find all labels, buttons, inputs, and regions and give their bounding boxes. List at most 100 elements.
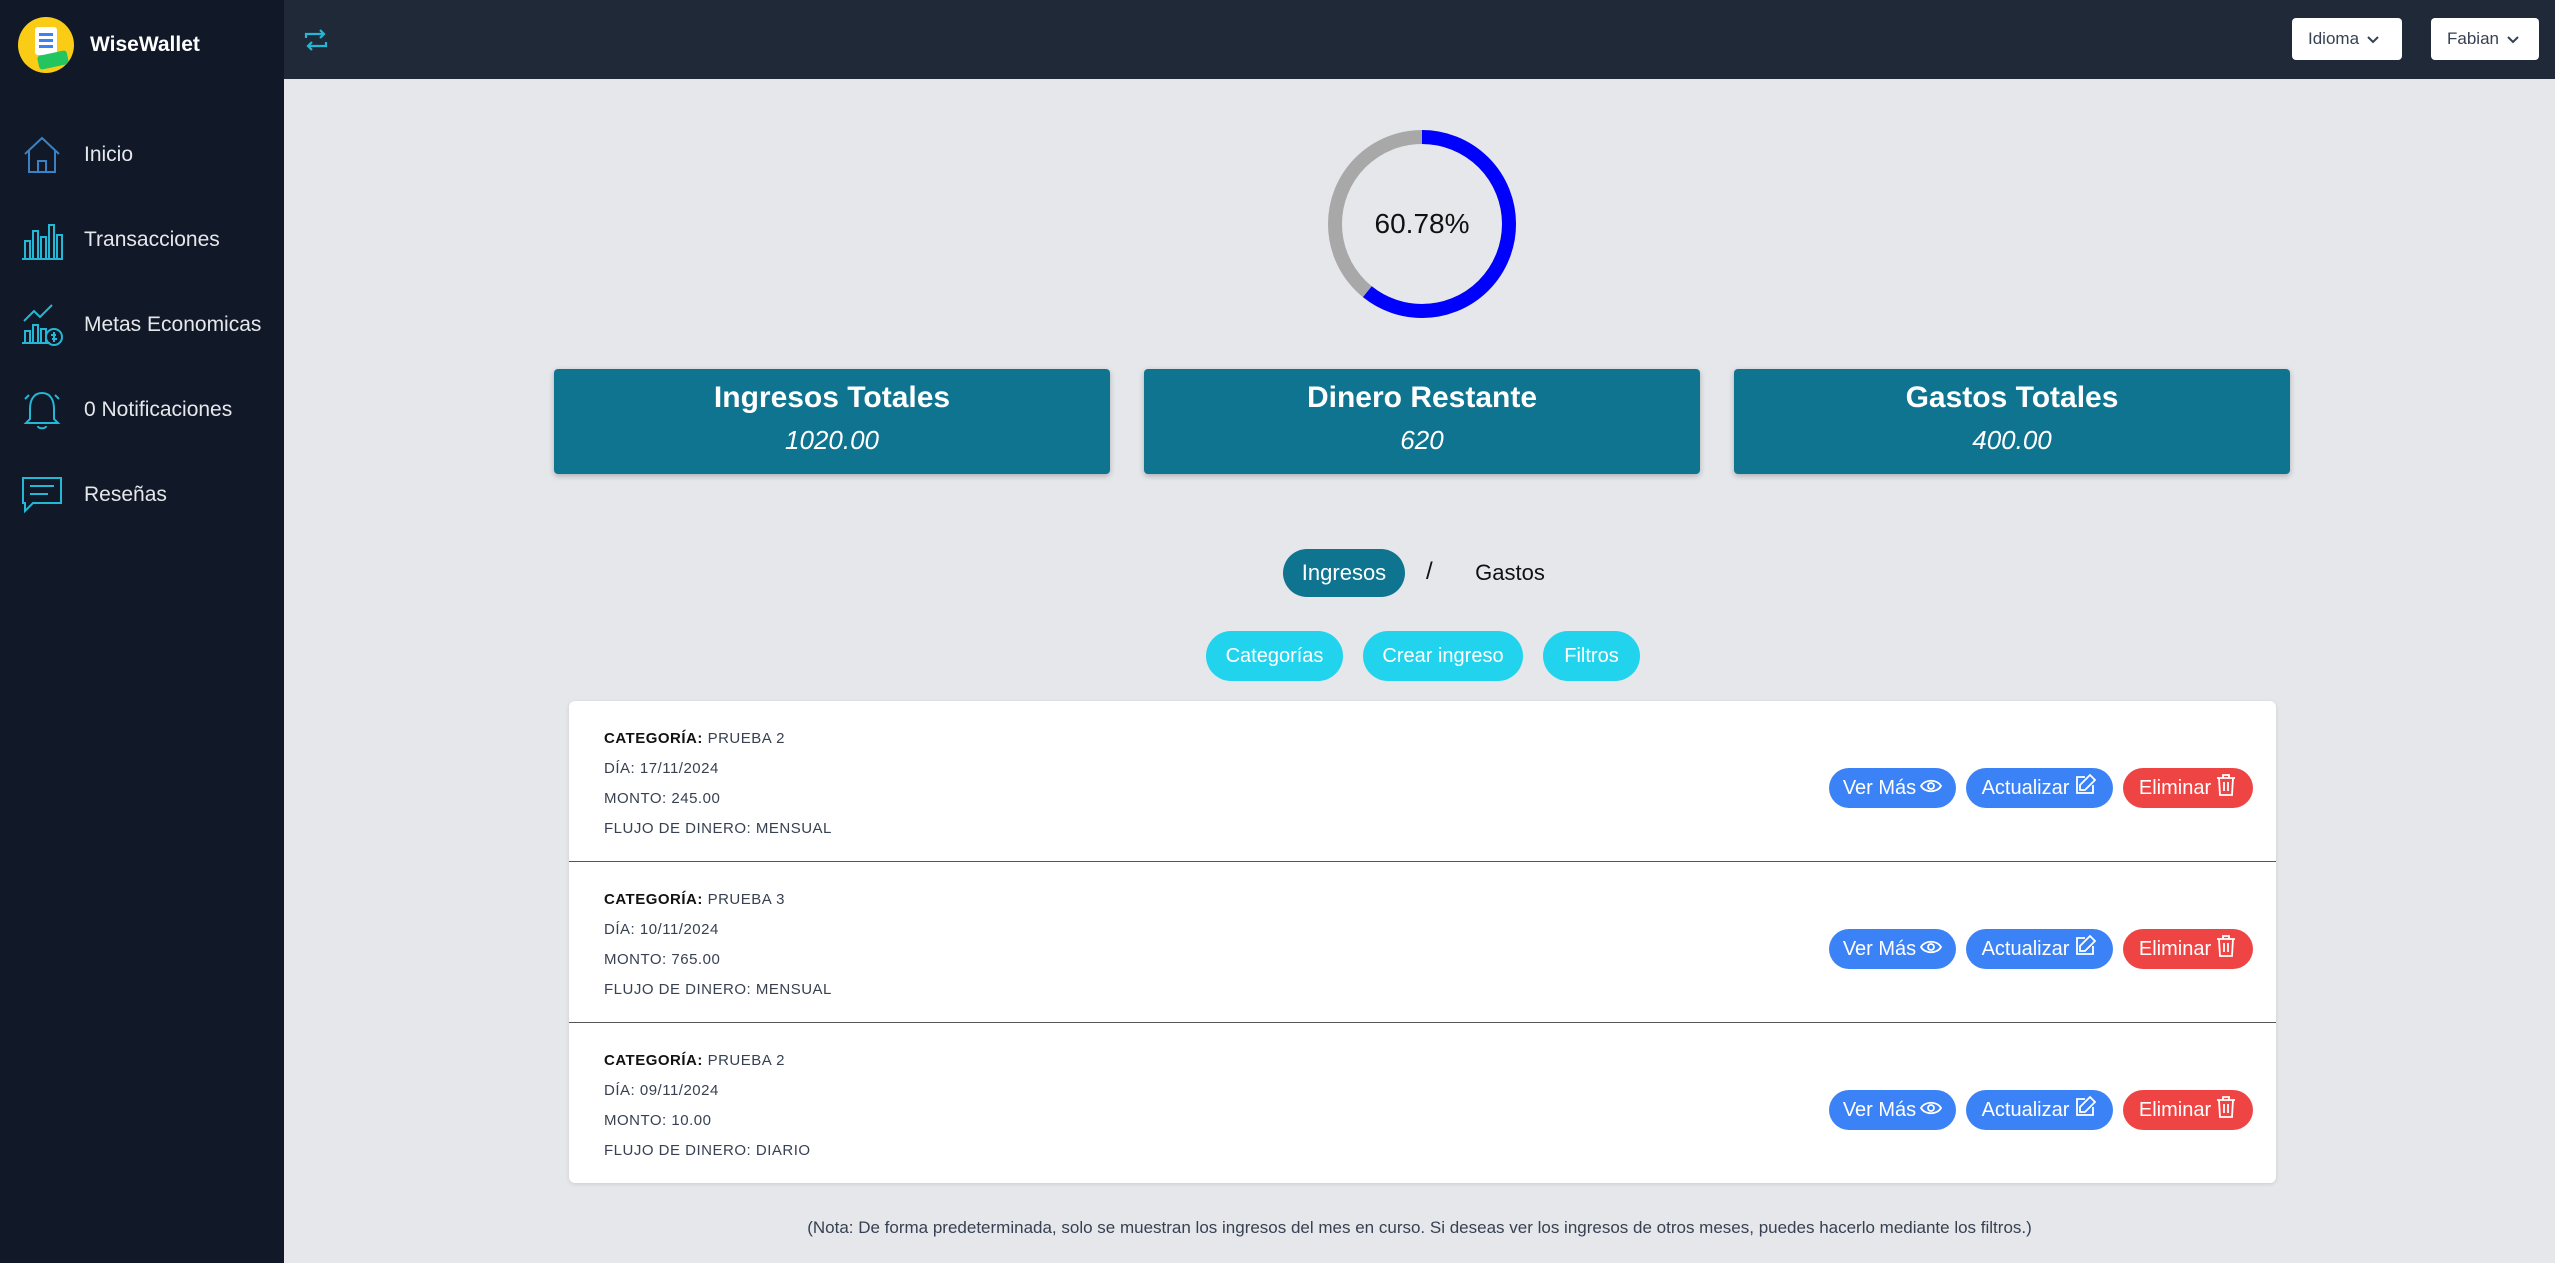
transaction-info: CATEGORÍA: PRUEBA 3 DÍA: 10/11/2024 MONT… [604,885,832,1005]
list-item: CATEGORÍA: PRUEBA 2 DÍA: 17/11/2024 MONT… [569,701,2276,862]
sidebar-nav: Inicio Transacciones Metas Economicas 0 … [0,112,284,537]
edit-icon [2073,1095,2097,1125]
card-title: Gastos Totales [1905,381,2119,414]
eliminar-label: Eliminar [2138,776,2212,799]
card-value: 620 [1400,425,1444,455]
monto-label: MONTO: [604,790,667,807]
home-icon [20,133,64,177]
tab-ingresos[interactable]: Ingresos [1283,549,1405,597]
eliminar-button[interactable]: Eliminar [2123,768,2253,808]
sidebar: WiseWallet Inicio Transacciones Metas Ec… [0,0,284,1263]
trash-icon [2215,773,2237,803]
flujo-label: FLUJO DE DINERO: [604,820,752,837]
sidebar-item-label: Reseñas [84,482,167,506]
sidebar-item-label: Metas Economicas [84,312,262,336]
tab-gastos[interactable]: Gastos [1460,549,1560,597]
sidebar-item-inicio[interactable]: Inicio [0,112,284,197]
transaction-info: CATEGORÍA: PRUEBA 2 DÍA: 09/11/2024 MONT… [604,1046,811,1166]
edit-icon [2073,934,2097,964]
flujo-value: MENSUAL [755,820,832,837]
filtros-button[interactable]: Filtros [1543,631,1640,681]
sidebar-item-label: Inicio [84,142,134,166]
row-actions: Ver Más Actualizar Eliminar [1829,768,2253,808]
bell-icon [20,388,64,432]
flujo-value: MENSUAL [755,981,832,998]
monto-label: MONTO: [604,1112,667,1129]
trash-icon [2215,934,2237,964]
sidebar-item-label: 0 Notificaciones [84,397,233,421]
flujo-label: FLUJO DE DINERO: [604,1142,752,1159]
list-item: CATEGORÍA: PRUEBA 3 DÍA: 10/11/2024 MONT… [569,862,2276,1023]
row-actions: Ver Más Actualizar Eliminar [1829,1090,2253,1130]
card-dinero-restante: Dinero Restante 620 [1144,369,1700,474]
money-goal-icon [20,303,64,347]
dia-label: DÍA: [604,921,636,938]
chevron-down-icon [2507,29,2519,49]
categorias-button[interactable]: Categorías [1206,631,1343,681]
categoria-label: CATEGORÍA: [604,891,703,908]
eye-icon [1920,777,1943,800]
categoria-label: CATEGORÍA: [604,1052,703,1069]
ver-mas-button[interactable]: Ver Más [1829,768,1956,808]
sidebar-item-metas[interactable]: Metas Economicas [0,282,284,367]
actualizar-label: Actualizar [1981,776,2070,799]
card-value: 400.00 [1972,425,2052,455]
bar-chart-icon [20,218,64,262]
sidebar-item-transacciones[interactable]: Transacciones [0,197,284,282]
user-dropdown[interactable]: Fabian [2431,18,2539,60]
swap-icon[interactable] [302,26,330,54]
dia-value: 10/11/2024 [639,921,719,938]
transaction-info: CATEGORÍA: PRUEBA 2 DÍA: 17/11/2024 MONT… [604,724,832,844]
sidebar-item-resenas[interactable]: Reseñas [0,452,284,537]
categoria-value: PRUEBA 2 [707,730,785,747]
chat-icon [20,473,64,517]
card-value: 1020.00 [785,425,879,455]
ver-mas-label: Ver Más [1842,937,1917,960]
eye-icon [1920,938,1943,961]
transactions-list: CATEGORÍA: PRUEBA 2 DÍA: 17/11/2024 MONT… [569,701,2276,1183]
actualizar-label: Actualizar [1981,1098,2070,1121]
monto-value: 765.00 [671,951,721,968]
actualizar-button[interactable]: Actualizar [1966,768,2113,808]
language-label: Idioma [2308,29,2360,48]
edit-icon [2073,773,2097,803]
flujo-label: FLUJO DE DINERO: [604,981,752,998]
monto-value: 245.00 [671,790,721,807]
filter-note: (Nota: De forma predeterminada, solo se … [807,1218,2032,1237]
user-label: Fabian [2447,29,2499,48]
monto-label: MONTO: [604,951,667,968]
language-dropdown[interactable]: Idioma [2292,18,2402,60]
monto-value: 10.00 [671,1112,712,1129]
ver-mas-button[interactable]: Ver Más [1829,929,1956,969]
eye-icon [1920,1099,1943,1122]
eliminar-label: Eliminar [2138,937,2212,960]
card-title: Dinero Restante [1306,381,1538,414]
toggle-separator: / [1426,558,1433,585]
chevron-down-icon [2367,29,2379,49]
brand[interactable]: WiseWallet [18,16,200,74]
card-gastos-totales: Gastos Totales 400.00 [1734,369,2290,474]
dia-label: DÍA: [604,760,636,777]
dia-label: DÍA: [604,1082,636,1099]
actualizar-label: Actualizar [1981,937,2070,960]
topbar: Idioma Fabian [284,0,2555,79]
crear-ingreso-button[interactable]: Crear ingreso [1363,631,1523,681]
donut-percent: 60.78% [1374,208,1470,239]
sidebar-item-label: Transacciones [84,227,220,251]
actualizar-button[interactable]: Actualizar [1966,1090,2113,1130]
app-name: WiseWallet [90,33,200,56]
eliminar-button[interactable]: Eliminar [2123,929,2253,969]
eliminar-label: Eliminar [2138,1098,2212,1121]
dia-value: 17/11/2024 [639,760,719,777]
list-item: CATEGORÍA: PRUEBA 2 DÍA: 09/11/2024 MONT… [569,1023,2276,1184]
ver-mas-button[interactable]: Ver Más [1829,1090,1956,1130]
trash-icon [2215,1095,2237,1125]
card-title: Ingresos Totales [713,381,951,414]
flujo-value: DIARIO [755,1142,811,1159]
actualizar-button[interactable]: Actualizar [1966,929,2113,969]
sidebar-item-notificaciones[interactable]: 0 Notificaciones [0,367,284,452]
eliminar-button[interactable]: Eliminar [2123,1090,2253,1130]
logo [18,17,74,73]
row-actions: Ver Más Actualizar Eliminar [1829,929,2253,969]
ver-mas-label: Ver Más [1842,776,1917,799]
